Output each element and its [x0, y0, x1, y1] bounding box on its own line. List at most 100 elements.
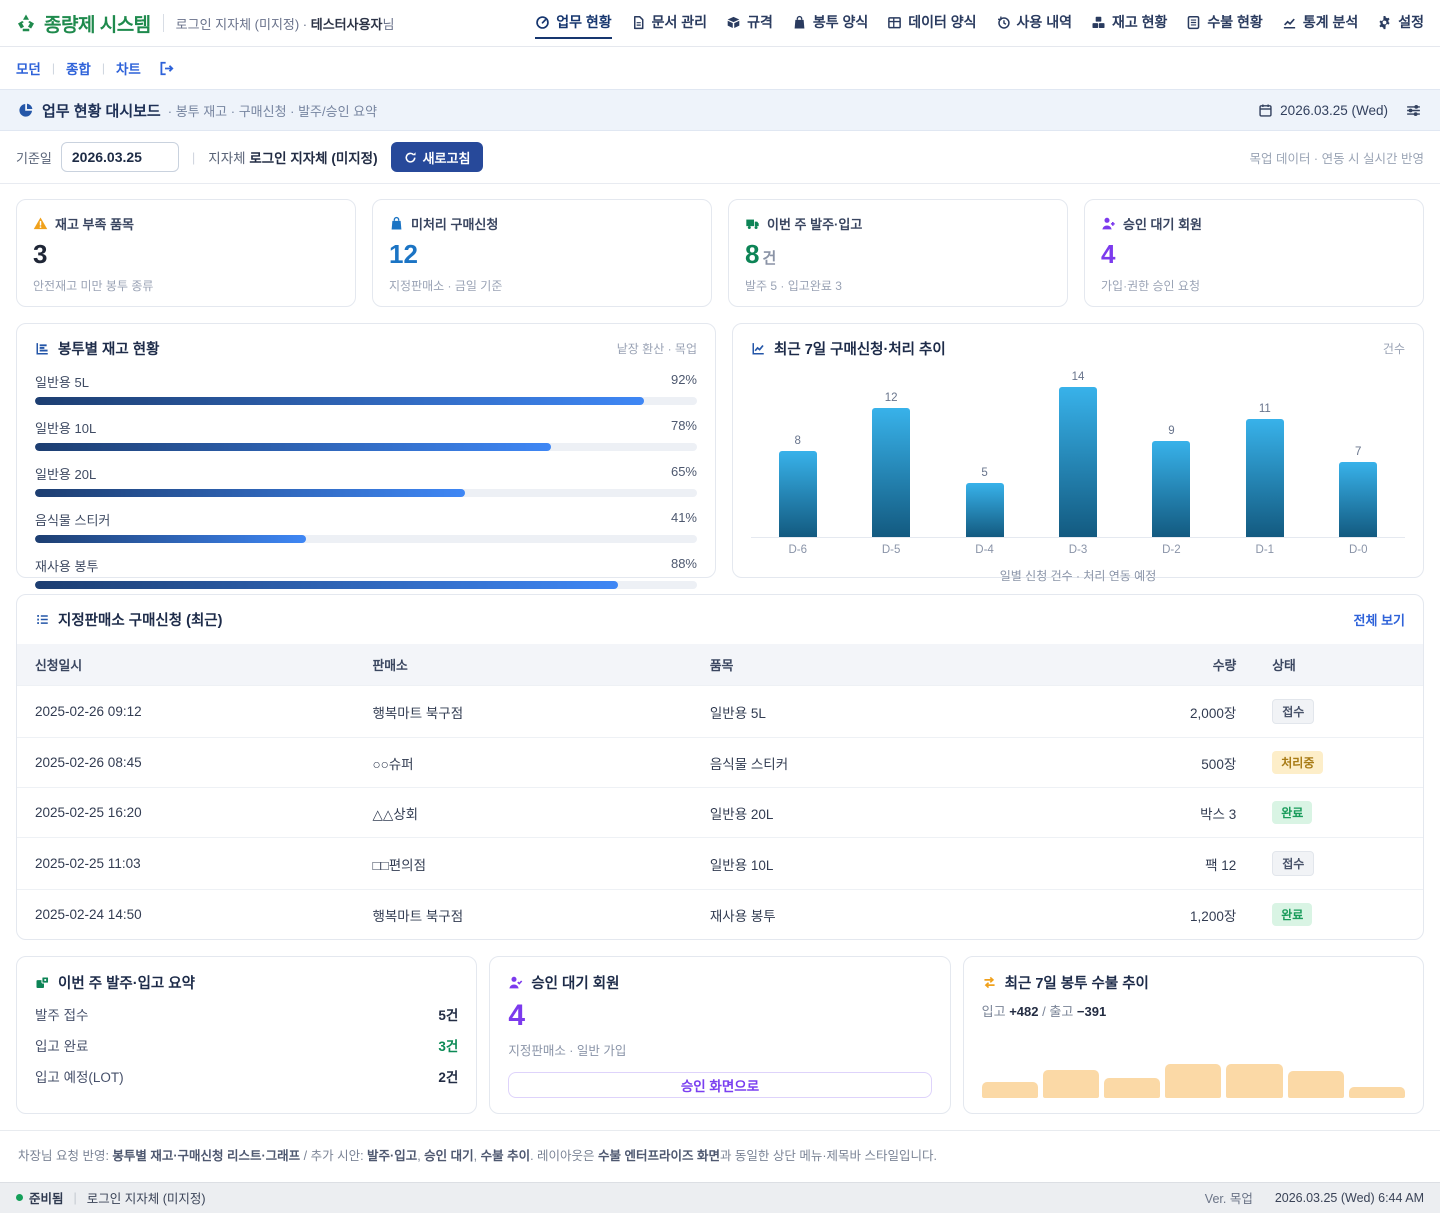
- kpi-pending-requests: 미처리 구매신청 12 지정판매소 · 금일 기준: [372, 199, 712, 307]
- trend-chart-panel: 최근 7일 구매신청·처리 추이 건수 8 12 5 14 9 11 7 D-6…: [732, 323, 1424, 578]
- table-row[interactable]: 2025-02-26 08:45 ○○슈퍼 음식물 스티커 500장 처리중: [17, 738, 1423, 788]
- trend-chart-caption: 일별 신청 건수 · 처리 연동 예정: [751, 567, 1405, 584]
- trend-chart-unit: 건수: [1383, 340, 1405, 357]
- divider: |: [52, 61, 55, 75]
- purchase-requests-panel: 지정판매소 구매신청 (최근) 전체 보기 신청일시 판매소 품목 수량 상태 …: [16, 594, 1424, 940]
- stock-row: 일반용 10L78%: [35, 418, 697, 451]
- table-row[interactable]: 2025-02-24 14:50 행복마트 북구점 재사용 봉투 1,200장 …: [17, 890, 1423, 940]
- cell-qty: 2,000장: [1057, 686, 1254, 738]
- nav-bag-forms[interactable]: 봉투 양식: [792, 7, 868, 39]
- view-link-chart[interactable]: 차트: [116, 58, 141, 78]
- footnote: 차장님 요청 반영: 봉투별 재고·구매신청 리스트·그래프 / 추가 시안: …: [0, 1130, 1440, 1182]
- stock-row: 재사용 봉투88%: [35, 556, 697, 589]
- cell-item: 일반용 10L: [692, 838, 1058, 890]
- user-plus-icon: [1101, 216, 1116, 231]
- top-header: 종량제 시스템 로그인 지자체 (미지정) · 테스터사용자님 업무 현황 문서…: [0, 0, 1440, 47]
- nav-receipts[interactable]: 수불 현황: [1186, 7, 1262, 39]
- status-badge: 완료: [1272, 903, 1312, 926]
- stock-bar: [35, 581, 618, 589]
- titlebar-right: 2026.03.25 (Wed): [1258, 102, 1422, 119]
- kpi-caption: 지정판매소 · 금일 기준: [389, 277, 695, 294]
- packages-icon: [35, 975, 50, 990]
- kpi-unit: 건: [762, 250, 776, 267]
- table-row[interactable]: 2025-02-25 11:03 □□편의점 일반용 10L 팩 12 접수: [17, 838, 1423, 890]
- nav-data-forms[interactable]: 데이터 양식: [887, 7, 976, 39]
- trend-chart-icon: [751, 341, 766, 356]
- kpi-label: 승인 대기 회원: [1123, 214, 1202, 233]
- nav-settings[interactable]: 설정: [1377, 7, 1424, 39]
- nav-documents[interactable]: 문서 관리: [631, 7, 707, 39]
- flow-bar: [1226, 1064, 1282, 1098]
- trend-bar: [966, 483, 1004, 537]
- stock-row: 일반용 5L92%: [35, 372, 697, 405]
- trend-chart: 8 12 5 14 9 11 7: [751, 365, 1405, 538]
- approval-caption: 지정판매소 · 일반 가입: [508, 1040, 931, 1059]
- nav-inventory[interactable]: 재고 현황: [1091, 7, 1167, 39]
- stock-bar: [35, 489, 465, 497]
- status-badge: 접수: [1272, 699, 1314, 724]
- stock-chart-caption: 낱장 환산 · 목업: [617, 340, 697, 357]
- kpi-low-stock: 재고 부족 품목 3 안전재고 미만 봉투 종류: [16, 199, 356, 307]
- login-info: 로그인 지자체 (미지정) · 테스터사용자님: [176, 14, 395, 33]
- logout-icon[interactable]: [158, 60, 175, 77]
- divider: [163, 14, 164, 32]
- cell-item: 일반용 20L: [692, 788, 1058, 838]
- divider: |: [74, 1191, 77, 1205]
- stock-bar: [35, 535, 306, 543]
- trend-bar: [1246, 419, 1284, 537]
- cell-store: ○○슈퍼: [354, 738, 691, 788]
- user-check-icon: [508, 975, 523, 990]
- view-all-link[interactable]: 전체 보기: [1354, 610, 1405, 629]
- trend-column: 7: [1312, 446, 1405, 537]
- nav-usage-history[interactable]: 사용 내역: [996, 7, 1072, 39]
- main-nav: 업무 현황 문서 관리 규격 봉투 양식 데이터 양식 사용 내역 재고 현황: [535, 7, 1424, 39]
- ready-dot-icon: [16, 1194, 23, 1201]
- kpi-row: 재고 부족 품목 3 안전재고 미만 봉투 종류 미처리 구매신청 12 지정판…: [0, 184, 1440, 323]
- stock-bar: [35, 397, 644, 405]
- kpi-caption: 안전재고 미만 봉투 종류: [33, 277, 339, 294]
- trend-chart-title: 최근 7일 구매신청·처리 추이: [774, 338, 946, 359]
- cell-date: 2025-02-24 14:50: [17, 890, 354, 940]
- view-link-modern[interactable]: 모던: [16, 58, 41, 78]
- base-date-input[interactable]: [61, 142, 179, 172]
- trend-bar: [872, 408, 910, 537]
- sliders-icon[interactable]: [1405, 102, 1422, 119]
- cell-qty: 500장: [1057, 738, 1254, 788]
- statusbar-datetime: 2026.03.25 (Wed) 6:44 AM: [1275, 1191, 1424, 1205]
- trend-column: 12: [844, 392, 937, 537]
- page-subtitle: · 봉투 재고 · 구매신청 · 발주/승인 요약: [168, 101, 377, 120]
- nav-statistics[interactable]: 통계 분석: [1282, 7, 1358, 39]
- trend-column: 8: [751, 435, 844, 537]
- trend-column: 14: [1031, 371, 1124, 537]
- trend-bar: [779, 451, 817, 537]
- flow-bar: [982, 1082, 1038, 1098]
- cell-qty: 팩 12: [1057, 838, 1254, 890]
- bag-icon: [389, 216, 404, 231]
- base-date-label: 기준일: [16, 148, 52, 167]
- go-approval-button[interactable]: 승인 화면으로: [508, 1072, 931, 1098]
- order-summary-card: 이번 주 발주·입고 요약 발주 접수5건 입고 완료3건 입고 예정(LOT)…: [16, 956, 477, 1114]
- flow-bar: [1288, 1071, 1344, 1098]
- brand[interactable]: 종량제 시스템: [16, 10, 151, 37]
- status-badge: 처리중: [1272, 751, 1323, 774]
- purchase-requests-table: 신청일시 판매소 품목 수량 상태 2025-02-26 09:12 행복마트 …: [17, 644, 1423, 939]
- stock-row: 일반용 20L65%: [35, 464, 697, 497]
- dashboard-titlebar: 업무 현황 대시보드 · 봉투 재고 · 구매신청 · 발주/승인 요약 202…: [0, 89, 1440, 131]
- table-row[interactable]: 2025-02-25 16:20 △△상회 일반용 20L 박스 3 완료: [17, 788, 1423, 838]
- refresh-icon: [404, 151, 417, 164]
- table-row[interactable]: 2025-02-26 09:12 행복마트 북구점 일반용 5L 2,000장 …: [17, 686, 1423, 738]
- version-label: Ver. 목업: [1205, 1188, 1253, 1207]
- view-link-combined[interactable]: 종합: [66, 58, 91, 78]
- cell-store: □□편의점: [354, 838, 691, 890]
- trend-column: 5: [938, 467, 1031, 537]
- list-icon: [35, 612, 50, 627]
- nav-specs[interactable]: 규격: [726, 7, 773, 39]
- cell-store: △△상회: [354, 788, 691, 838]
- refresh-button[interactable]: 새로고침: [391, 142, 484, 172]
- kpi-pending-members: 승인 대기 회원 4 가입·권한 승인 요청: [1084, 199, 1424, 307]
- org-info: 지자체 로그인 지자체 (미지정): [208, 147, 377, 167]
- statusbar-org: 로그인 지자체 (미지정): [87, 1188, 206, 1207]
- nav-work-status[interactable]: 업무 현황: [535, 7, 611, 39]
- kpi-value: 4: [1101, 241, 1407, 267]
- cell-item: 재사용 봉투: [692, 890, 1058, 940]
